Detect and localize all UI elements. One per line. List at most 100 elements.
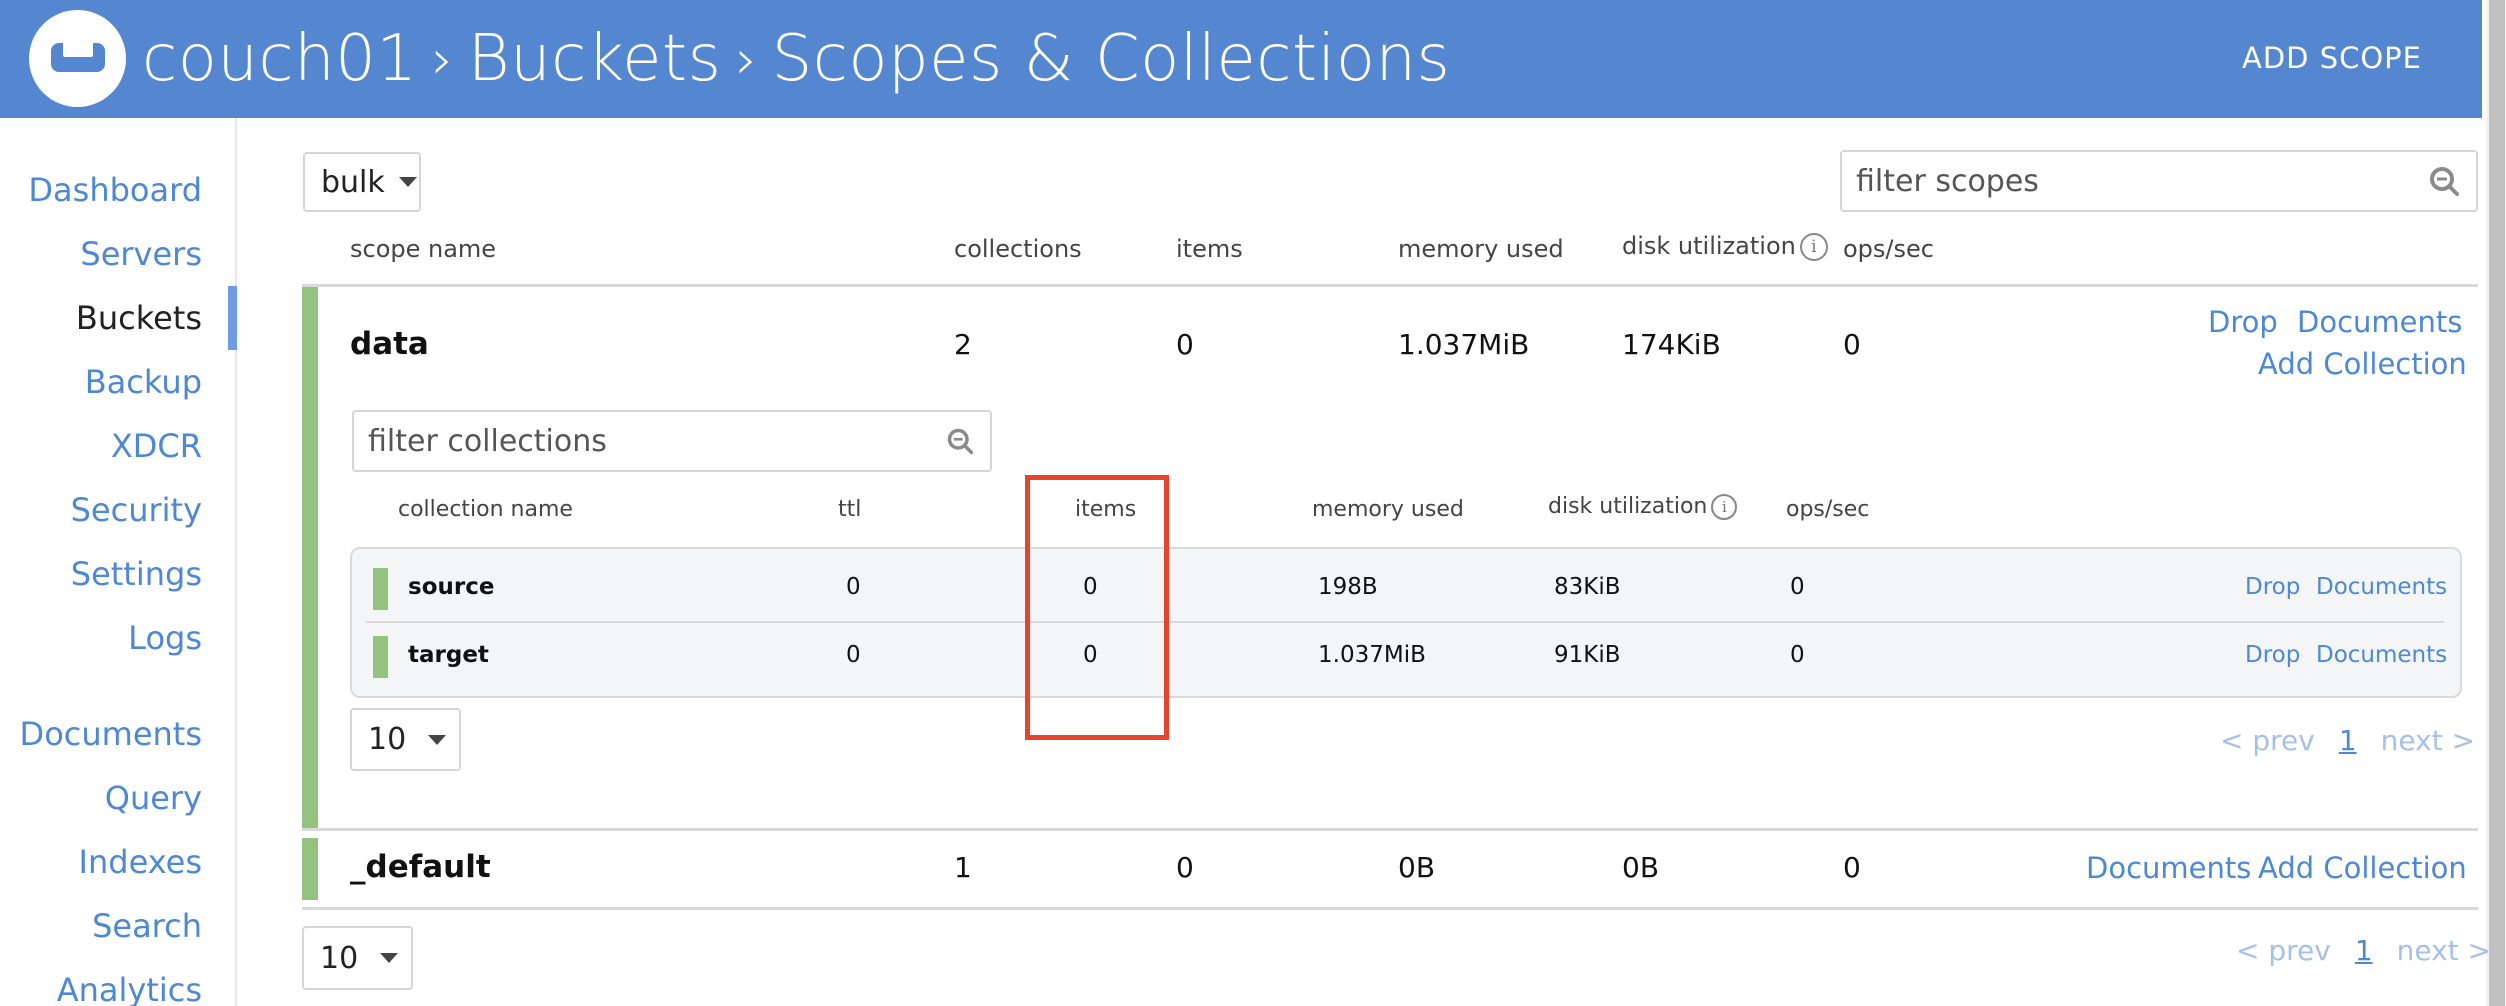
search-icon[interactable] — [946, 427, 974, 455]
top-header: couch01 › Buckets › Scopes & Collections… — [0, 0, 2482, 118]
scope-collections-count: 2 — [954, 328, 972, 361]
scope-collections-count: 1 — [954, 851, 972, 884]
col-header-collections: collections — [954, 235, 1082, 263]
col-header-collection-disk-label: disk utilization — [1548, 494, 1708, 519]
col-header-scope-name: scope name — [350, 235, 497, 263]
add-scope-button[interactable]: ADD SCOPE — [2242, 36, 2422, 80]
col-header-disk-label: disk utilization — [1622, 232, 1796, 260]
prev-page-link[interactable]: < prev — [2236, 934, 2331, 967]
page-scrollbar[interactable] — [2486, 0, 2506, 1006]
sidebar-item-xdcr[interactable]: XDCR — [111, 426, 202, 466]
sidebar-nav: Dashboard Servers Buckets Backup XDCR Se… — [0, 118, 237, 1006]
scopes-page-size-select[interactable]: 10 — [302, 926, 413, 990]
scope-disk-utilization: 174KiB — [1622, 328, 1721, 361]
scope-status-bar — [302, 838, 318, 900]
filter-collections-input[interactable] — [368, 412, 909, 470]
collection-memory: 198B — [1318, 574, 1378, 600]
page-number-link[interactable]: 1 — [2339, 724, 2357, 757]
scope-ops-sec: 0 — [1843, 328, 1861, 361]
prev-page-link[interactable]: < prev — [2220, 724, 2315, 757]
col-header-collection-items: items — [1075, 497, 1137, 522]
scope-documents-link[interactable]: Documents — [2297, 305, 2462, 339]
drop-scope-link[interactable]: Drop — [2208, 305, 2278, 339]
col-header-memory-used: memory used — [1398, 235, 1564, 263]
next-page-link[interactable]: next > — [2381, 724, 2475, 757]
col-header-ttl: ttl — [838, 497, 862, 522]
col-header-collection-memory: memory used — [1312, 497, 1464, 522]
chevron-right-icon: › — [735, 27, 758, 91]
filter-collections-field[interactable] — [352, 410, 992, 472]
scope-ops-sec: 0 — [1843, 851, 1861, 884]
scope-disk-utilization: 0B — [1622, 851, 1660, 884]
collection-status-bar — [373, 636, 388, 678]
breadcrumb-buckets[interactable]: Buckets — [468, 22, 722, 96]
add-collection-link[interactable]: Add Collection — [2258, 851, 2467, 885]
collection-disk: 83KiB — [1554, 574, 1621, 600]
collection-memory: 1.037MiB — [1318, 642, 1426, 668]
sidebar-item-backup[interactable]: Backup — [85, 362, 202, 402]
scope-documents-link[interactable]: Documents — [2086, 851, 2251, 885]
scope-memory-used: 1.037MiB — [1398, 328, 1530, 361]
sidebar-item-indexes[interactable]: Indexes — [79, 842, 202, 882]
sidebar-item-security[interactable]: Security — [71, 490, 202, 530]
couchbase-logo-icon[interactable] — [29, 10, 126, 107]
info-icon[interactable]: i — [1711, 494, 1738, 520]
scrollbar-thumb[interactable] — [2489, 0, 2505, 1006]
divider — [302, 907, 2478, 910]
collection-name[interactable]: source — [408, 574, 494, 600]
collection-disk: 91KiB — [1554, 642, 1621, 668]
page-title: Scopes & Collections — [771, 22, 1451, 96]
search-icon[interactable] — [2428, 165, 2460, 197]
col-header-collection-name: collection name — [398, 497, 573, 522]
next-page-link[interactable]: next > — [2397, 934, 2491, 967]
collection-documents-link[interactable]: Documents — [2316, 574, 2447, 600]
collection-items: 0 — [1083, 642, 1098, 668]
sidebar-item-buckets[interactable]: Buckets — [76, 298, 202, 338]
sidebar-item-dashboard[interactable]: Dashboard — [28, 170, 202, 210]
collection-ttl: 0 — [846, 574, 861, 600]
scope-name[interactable]: _default — [350, 849, 491, 885]
collections-page-size-select[interactable]: 10 — [350, 708, 461, 771]
bucket-select-value: bulk — [321, 164, 385, 200]
scope-name[interactable]: data — [350, 326, 429, 362]
page-number-link[interactable]: 1 — [2355, 934, 2373, 967]
caret-down-icon — [380, 953, 399, 963]
breadcrumb-cluster[interactable]: couch01 — [142, 22, 418, 96]
chevron-right-icon: › — [431, 27, 454, 91]
row-divider — [366, 621, 2444, 623]
collection-ops: 0 — [1790, 642, 1805, 668]
drop-collection-link[interactable]: Drop — [2245, 642, 2300, 668]
page-size-value: 10 — [320, 940, 359, 976]
page-size-value: 10 — [368, 722, 407, 757]
filter-scopes-input[interactable] — [1856, 152, 2395, 210]
sidebar-item-documents[interactable]: Documents — [20, 714, 202, 754]
active-nav-indicator — [228, 286, 237, 350]
info-icon[interactable]: i — [1799, 233, 1828, 261]
col-header-disk-utilization: disk utilization i — [1622, 232, 1828, 261]
scope-status-bar — [302, 287, 318, 828]
collection-status-bar — [373, 568, 388, 610]
sidebar-item-analytics[interactable]: Analytics — [57, 970, 202, 1006]
col-header-items: items — [1176, 235, 1243, 263]
sidebar-item-query[interactable]: Query — [105, 778, 202, 818]
collection-ops: 0 — [1790, 574, 1805, 600]
add-collection-link[interactable]: Add Collection — [2258, 347, 2467, 381]
drop-collection-link[interactable]: Drop — [2245, 574, 2300, 600]
col-header-collection-disk: disk utilization i — [1548, 494, 1738, 520]
sidebar-item-servers[interactable]: Servers — [80, 234, 202, 274]
col-header-collection-ops: ops/sec — [1786, 497, 1870, 522]
bucket-select[interactable]: bulk — [303, 152, 421, 212]
scopes-pagination: < prev 1 next > — [2236, 934, 2491, 967]
collection-documents-link[interactable]: Documents — [2316, 642, 2447, 668]
sidebar-item-search[interactable]: Search — [92, 906, 202, 946]
collection-items: 0 — [1083, 574, 1098, 600]
scope-items-count: 0 — [1176, 851, 1194, 884]
sidebar-item-logs[interactable]: Logs — [128, 618, 202, 658]
collections-pagination: < prev 1 next > — [2220, 724, 2475, 757]
sidebar-item-settings[interactable]: Settings — [71, 554, 202, 594]
breadcrumb: couch01 › Buckets › Scopes & Collections — [142, 14, 1450, 104]
collection-name[interactable]: target — [408, 642, 489, 668]
caret-down-icon — [428, 734, 447, 745]
caret-down-icon — [398, 177, 417, 187]
filter-scopes-field[interactable] — [1840, 150, 2478, 212]
